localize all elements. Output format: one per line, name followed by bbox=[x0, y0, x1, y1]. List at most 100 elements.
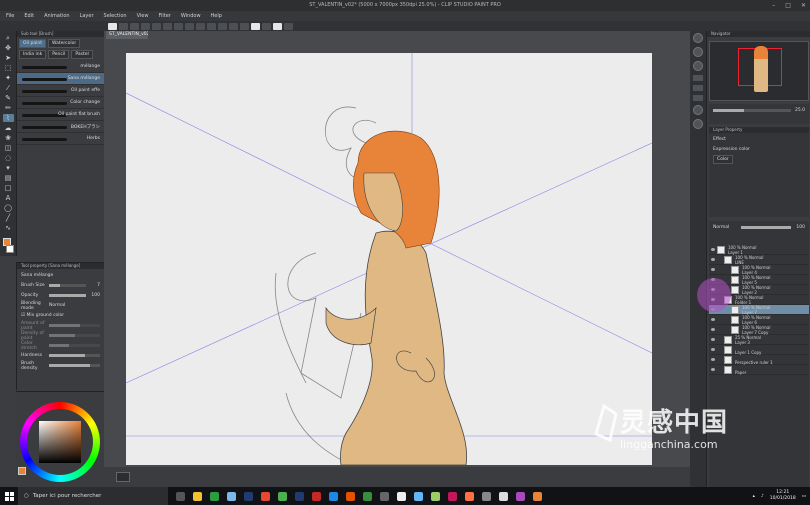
brush-item[interactable]: Color change bbox=[17, 97, 104, 109]
brush-item[interactable]: Herbs bbox=[17, 133, 104, 145]
expression-select[interactable]: Color bbox=[713, 155, 733, 164]
history-icon[interactable] bbox=[693, 119, 703, 129]
app-lime-icon[interactable] bbox=[431, 491, 440, 501]
blend-tool-icon[interactable]: ◌ bbox=[3, 154, 14, 162]
item-bank-icon[interactable] bbox=[693, 61, 703, 71]
redo-icon[interactable] bbox=[163, 22, 172, 30]
photoshop-icon[interactable] bbox=[244, 491, 253, 501]
brush-size-value[interactable]: 7 bbox=[86, 283, 100, 288]
visibility-eye-icon[interactable] bbox=[711, 348, 715, 351]
canvas-navigation-button[interactable] bbox=[116, 472, 130, 482]
tab-india-ink[interactable]: India ink bbox=[19, 50, 47, 59]
deselect-icon[interactable] bbox=[196, 22, 205, 30]
selection-tool-icon[interactable]: ⬚ bbox=[3, 64, 14, 72]
task-view-icon[interactable] bbox=[176, 491, 185, 501]
hue-ring[interactable] bbox=[20, 402, 100, 482]
brush-density-slider[interactable] bbox=[49, 364, 100, 367]
app-lightblue-icon[interactable] bbox=[414, 491, 423, 501]
firefox-icon[interactable] bbox=[261, 491, 270, 501]
grid-icon[interactable] bbox=[262, 22, 271, 30]
visibility-eye-icon[interactable] bbox=[711, 368, 715, 371]
visibility-eye-icon[interactable] bbox=[711, 328, 715, 331]
app-purple-icon[interactable] bbox=[516, 491, 525, 501]
close-button[interactable]: ✕ bbox=[801, 0, 806, 11]
fill-tool-icon[interactable]: ▾ bbox=[3, 164, 14, 172]
pencil-tool-icon[interactable]: ✏ bbox=[3, 104, 14, 112]
tab-pastel[interactable]: Pastel bbox=[71, 50, 93, 59]
app-pink-icon[interactable] bbox=[448, 491, 457, 501]
layer-row[interactable]: 25 % Normal Layer 3 bbox=[709, 335, 809, 345]
snap-special-icon[interactable] bbox=[240, 22, 249, 30]
stretch-slider[interactable] bbox=[49, 344, 100, 347]
brush-item[interactable]: Oil paint flat brush bbox=[17, 109, 104, 121]
layer-row[interactable]: 100 % Normal Layer 7 Copy bbox=[709, 325, 809, 335]
maximize-button[interactable]: □ bbox=[785, 0, 791, 11]
network-icon[interactable]: ▴ bbox=[753, 494, 755, 499]
open-file-icon[interactable] bbox=[130, 22, 139, 30]
tab-watercolor[interactable]: Watercolor bbox=[47, 39, 81, 48]
volume-icon[interactable]: ♪ bbox=[761, 494, 764, 499]
clip-studio-icon[interactable] bbox=[108, 22, 117, 30]
correct-line-tool-icon[interactable]: ∿ bbox=[3, 224, 14, 232]
notifications-icon[interactable]: ▭ bbox=[802, 494, 806, 499]
clip-studio-task-icon[interactable] bbox=[499, 491, 508, 501]
animation-cels-icon[interactable] bbox=[693, 95, 703, 101]
app-orange-icon[interactable] bbox=[346, 491, 355, 501]
menu-edit[interactable]: Edit bbox=[24, 13, 34, 19]
layer-row[interactable]: Layer 1 Copy bbox=[709, 345, 809, 355]
visibility-eye-icon[interactable] bbox=[711, 258, 715, 261]
text-tool-icon[interactable]: A bbox=[3, 194, 14, 202]
layer-property-icon[interactable] bbox=[693, 75, 703, 81]
zoom-tool-icon[interactable]: ⌕ bbox=[3, 34, 14, 42]
app-grey-icon[interactable] bbox=[380, 491, 389, 501]
layer-row[interactable]: 100 % Normal Layer 4 bbox=[709, 265, 809, 275]
eyedropper-icon[interactable]: ⁄ bbox=[3, 84, 14, 92]
visibility-eye-icon[interactable] bbox=[711, 338, 715, 341]
density-slider[interactable] bbox=[49, 334, 100, 337]
chrome-icon[interactable] bbox=[278, 491, 287, 501]
crop-icon[interactable] bbox=[218, 22, 227, 30]
gradient-tool-icon[interactable]: ▤ bbox=[3, 174, 14, 182]
eraser-tool-icon[interactable]: ◫ bbox=[3, 144, 14, 152]
menu-animation[interactable]: Animation bbox=[44, 13, 70, 19]
move-tool-icon[interactable]: ✥ bbox=[3, 44, 14, 52]
sub-color-swatch[interactable] bbox=[5, 245, 14, 253]
visibility-eye-icon[interactable] bbox=[711, 358, 715, 361]
mix-color-checkbox[interactable]: ☑ bbox=[21, 313, 25, 318]
visibility-eye-icon[interactable] bbox=[711, 268, 715, 271]
menu-selection[interactable]: Selection bbox=[104, 13, 127, 19]
undo-icon[interactable] bbox=[152, 22, 161, 30]
layer-row[interactable]: Perspective ruler 1 bbox=[709, 355, 809, 365]
ruler-tool-icon[interactable]: ╱ bbox=[3, 214, 14, 222]
brush-item[interactable]: Oil paint effe bbox=[17, 85, 104, 97]
blending-select[interactable]: Normal bbox=[49, 303, 65, 308]
recorder-icon[interactable] bbox=[482, 491, 491, 501]
navigator-icon[interactable] bbox=[693, 33, 703, 43]
menu-filter[interactable]: Filter bbox=[158, 13, 170, 19]
menu-file[interactable]: File bbox=[6, 13, 14, 19]
brush-item[interactable]: mélange bbox=[17, 61, 104, 73]
hardness-slider[interactable] bbox=[49, 354, 100, 357]
layer-blend-select[interactable]: Normal bbox=[713, 225, 741, 230]
windows-start-icon[interactable] bbox=[0, 487, 18, 505]
brush-size-slider[interactable] bbox=[49, 284, 86, 287]
decoration-tool-icon[interactable]: ❀ bbox=[3, 134, 14, 142]
app-blue-icon[interactable] bbox=[329, 491, 338, 501]
visibility-eye-icon[interactable] bbox=[711, 318, 715, 321]
visibility-eye-icon[interactable] bbox=[711, 248, 715, 251]
minimize-button[interactable]: – bbox=[772, 0, 775, 11]
canvas-paper[interactable] bbox=[126, 53, 652, 465]
layer-opacity-slider[interactable] bbox=[741, 226, 791, 229]
save-icon[interactable] bbox=[141, 22, 150, 30]
pen-tool-icon[interactable]: ✎ bbox=[3, 94, 14, 102]
layer-search-icon[interactable] bbox=[693, 85, 703, 91]
airbrush-tool-icon[interactable]: ☁ bbox=[3, 124, 14, 132]
app-red-icon[interactable] bbox=[312, 491, 321, 501]
canvas-area[interactable]: ST_VALENTIN_v02* bbox=[104, 31, 690, 487]
taskbar-search-box[interactable]: ○ Taper ici pour rechercher bbox=[18, 487, 168, 505]
navigator-preview[interactable] bbox=[709, 41, 809, 101]
ruler-snap-icon[interactable] bbox=[229, 22, 238, 30]
menu-window[interactable]: Window bbox=[181, 13, 201, 19]
layer-row[interactable]: Paper bbox=[709, 365, 809, 375]
brush-tool-icon[interactable]: ⌇ bbox=[2, 114, 14, 122]
